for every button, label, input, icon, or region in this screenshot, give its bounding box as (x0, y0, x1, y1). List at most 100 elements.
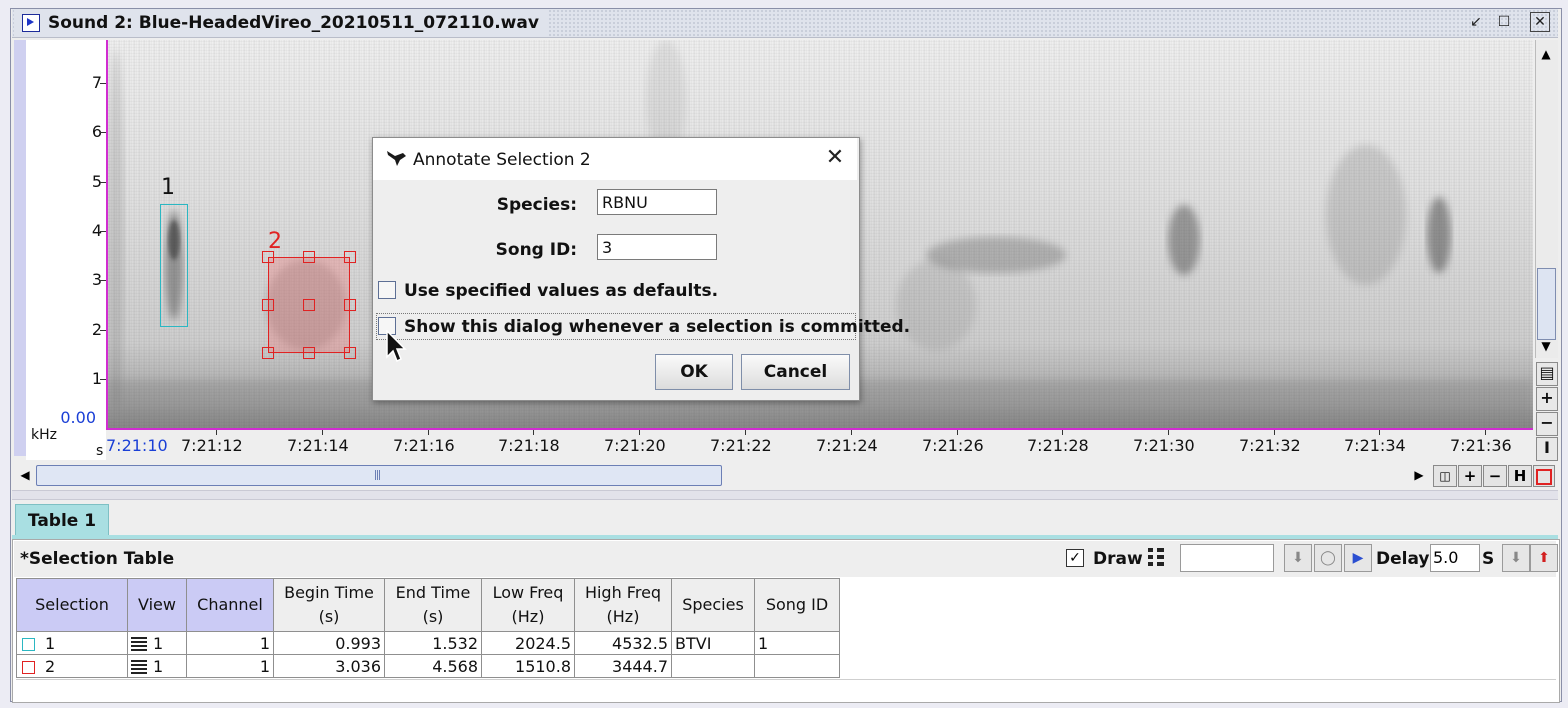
tab-table-1[interactable]: Table 1 (15, 504, 109, 537)
selection-color-icon[interactable] (1533, 465, 1555, 487)
resize-handle[interactable] (262, 299, 274, 311)
high-freq-cell[interactable]: 3444.7 (574, 654, 672, 678)
x-tick-label: 7:21:30 (1133, 436, 1195, 455)
column-header[interactable]: Song ID (754, 578, 840, 632)
x-tick-mark (1062, 430, 1063, 435)
sound-window-icon (22, 14, 40, 32)
view-list-icon (131, 637, 147, 651)
auto-play-icon[interactable]: ◯ (1314, 544, 1342, 572)
resize-handle[interactable] (262, 251, 274, 263)
draw-checkbox[interactable]: ✓ (1066, 549, 1084, 567)
table-empty-area (16, 679, 1556, 700)
x-tick-mark (957, 430, 958, 435)
search-input[interactable] (1180, 544, 1274, 572)
column-header[interactable]: Species (671, 578, 755, 632)
resize-handle[interactable] (303, 251, 315, 263)
x-tick-mark (428, 430, 429, 435)
song-id-cell[interactable] (754, 654, 840, 678)
x-tick-mark (216, 430, 217, 435)
use-defaults-checkbox[interactable] (378, 281, 396, 299)
column-header[interactable]: Selection (16, 578, 128, 632)
y-tick-label: 0.00 (60, 408, 96, 427)
previous-icon[interactable]: ⬆ (1530, 544, 1558, 572)
selection-color-swatch (22, 660, 35, 674)
channel-cell[interactable]: 1 (186, 631, 274, 655)
horizontal-scroll-thumb[interactable] (36, 465, 722, 486)
table-row[interactable]: 2 1 1 3.036 4.568 1510.8 3444.7 (16, 654, 840, 678)
cancel-button[interactable]: Cancel (741, 354, 850, 390)
resize-handle[interactable] (262, 347, 274, 359)
y-tick-label: 7 (91, 73, 102, 92)
close-icon[interactable]: ✕ (824, 146, 846, 170)
zoom-out-horizontal-button[interactable]: − (1483, 465, 1507, 487)
column-header[interactable]: Low Freq (Hz) (481, 578, 575, 632)
split-divider[interactable] (12, 490, 1558, 500)
minimize-icon[interactable]: ↙ (1466, 12, 1486, 32)
delay-input[interactable]: 5.0 (1430, 544, 1480, 572)
resize-handle[interactable] (303, 347, 315, 359)
end-time-cell[interactable]: 1.532 (384, 631, 482, 655)
show-dialog-label[interactable]: Show this dialog whenever a selection is… (404, 317, 910, 337)
window-title: Sound 2: Blue-HeadedVireo_20210511_07211… (48, 13, 539, 33)
view-list-icon (131, 660, 147, 674)
x-tick-mark (639, 430, 640, 435)
low-freq-cell[interactable]: 2024.5 (481, 631, 575, 655)
close-icon[interactable]: ✕ (1530, 12, 1550, 32)
column-header[interactable]: Channel (186, 578, 274, 632)
species-cell[interactable] (671, 654, 755, 678)
fit-window-button[interactable]: ▤ (1536, 362, 1558, 386)
view-cell[interactable]: 1 (127, 654, 187, 678)
end-time-cell[interactable]: 4.568 (384, 654, 482, 678)
scroll-up-icon[interactable]: ▲ (1536, 44, 1556, 64)
x-tick-label: 7:21:14 (287, 436, 349, 455)
x-tick-label: 7:21:18 (498, 436, 560, 455)
maximize-icon[interactable]: ☐ (1494, 12, 1514, 32)
column-header[interactable]: End Time (s) (384, 578, 482, 632)
column-header[interactable]: Begin Time (s) (273, 578, 385, 632)
use-defaults-label[interactable]: Use specified values as defaults. (404, 281, 718, 301)
next-icon[interactable]: ⬇ (1502, 544, 1530, 572)
channel-cell[interactable]: 1 (186, 654, 274, 678)
resize-handle[interactable] (344, 251, 356, 263)
species-field[interactable]: RBNU (597, 189, 717, 215)
resize-handle[interactable] (344, 299, 356, 311)
play-selection-icon[interactable]: ▶ (1344, 544, 1372, 572)
zoom-in-horizontal-button[interactable]: + (1458, 465, 1482, 487)
selection-label: 1 (161, 175, 175, 200)
grip-icon (375, 470, 381, 480)
scroll-down-icon[interactable]: ▼ (1536, 336, 1556, 356)
song-id-field[interactable]: 3 (597, 234, 717, 260)
x-tick-label: 7:21:12 (181, 436, 243, 455)
selection-box-1[interactable] (160, 204, 188, 327)
song-id-cell[interactable]: 1 (754, 631, 840, 655)
fit-horizontal-icon[interactable]: ◫ (1433, 465, 1457, 487)
resize-handle[interactable] (344, 347, 356, 359)
vertical-scroll-thumb[interactable] (1537, 268, 1556, 340)
resize-handle[interactable] (303, 299, 315, 311)
x-tick-label: 7:21:10 (106, 436, 168, 455)
ok-button[interactable]: OK (655, 354, 733, 390)
fit-vertical-button[interactable]: I (1536, 437, 1558, 461)
selection-cell[interactable]: 1 (16, 631, 128, 655)
x-tick-mark (1274, 430, 1275, 435)
column-chooser-icon[interactable] (1146, 548, 1168, 568)
tab-bar (12, 500, 1558, 538)
x-tick-mark (851, 430, 852, 435)
species-cell[interactable]: BTVI (671, 631, 755, 655)
move-down-icon[interactable]: ⬇ (1284, 544, 1312, 572)
table-row[interactable]: 1 1 1 0.993 1.532 2024.5 4532.5 BTVI 1 (16, 631, 840, 655)
low-freq-cell[interactable]: 1510.8 (481, 654, 575, 678)
view-cell[interactable]: 1 (127, 631, 187, 655)
high-freq-cell[interactable]: 4532.5 (574, 631, 672, 655)
zoom-selection-horizontal-button[interactable]: H (1508, 465, 1532, 487)
column-header[interactable]: High Freq (Hz) (574, 578, 672, 632)
scroll-right-icon[interactable]: ▶ (1410, 465, 1428, 485)
scroll-left-icon[interactable]: ◀ (16, 465, 34, 485)
column-header[interactable]: View (127, 578, 187, 632)
zoom-out-vertical-button[interactable]: − (1536, 412, 1558, 436)
y-unit-label: kHz (31, 427, 57, 443)
begin-time-cell[interactable]: 3.036 (273, 654, 385, 678)
selection-cell[interactable]: 2 (16, 654, 128, 678)
zoom-in-vertical-button[interactable]: + (1536, 387, 1558, 411)
begin-time-cell[interactable]: 0.993 (273, 631, 385, 655)
